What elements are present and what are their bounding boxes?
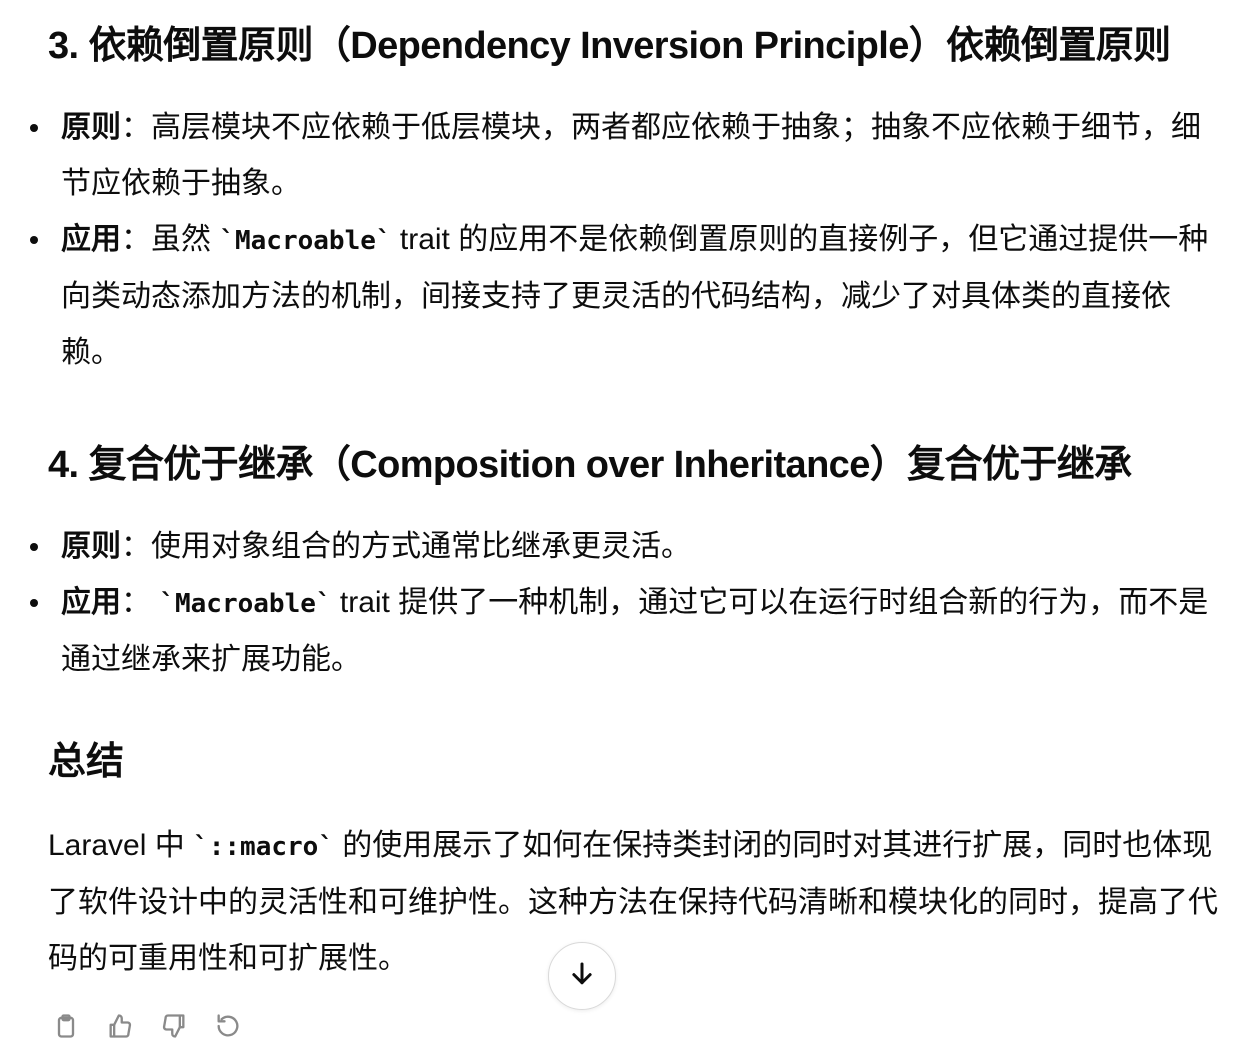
scroll-to-bottom-button[interactable]	[548, 942, 616, 1010]
section-heading: 4. 复合优于继承（Composition over Inheritance）复…	[48, 444, 1132, 486]
bullet-dot	[30, 236, 38, 244]
principle-text: ：高层模块不应依赖于低层模块，两者都应依赖于抽象；抽象不应依赖于细节，细节应依赖…	[61, 111, 1201, 200]
bullet-dot	[30, 599, 38, 607]
application-label: 应用	[61, 223, 121, 256]
inline-code: `::macro`	[193, 832, 334, 862]
inline-code: `Macroable`	[219, 226, 392, 256]
bullet-list: 原则：使用对象组合的方式通常比继承更灵活。 应用： `Macroable` tr…	[30, 519, 1228, 688]
thumbs-down-icon	[160, 1012, 188, 1045]
list-item: 应用：虽然 `Macroable` trait 的应用不是依赖倒置原则的直接例子…	[30, 212, 1228, 381]
bullet-dot	[30, 124, 38, 132]
assistant-message: 3. 依赖倒置原则（Dependency Inversion Principle…	[30, 18, 1228, 987]
principle-text: ：使用对象组合的方式通常比继承更灵活。	[121, 530, 691, 563]
list-item: 原则：使用对象组合的方式通常比继承更灵活。	[30, 519, 1228, 575]
message-actions	[50, 1012, 244, 1044]
section-heading: 3. 依赖倒置原则（Dependency Inversion Principle…	[48, 25, 1171, 67]
bullet-dot	[30, 543, 38, 551]
arrow-down-icon	[567, 959, 597, 994]
list-item: 原则：高层模块不应依赖于低层模块，两者都应依赖于抽象；抽象不应依赖于细节，细节应…	[30, 100, 1228, 212]
inline-code: `Macroable`	[159, 589, 332, 619]
application-label: 应用	[61, 586, 121, 619]
summary-heading: 总结	[48, 741, 125, 783]
list-item: 应用： `Macroable` trait 提供了一种机制，通过它可以在运行时组…	[30, 575, 1228, 688]
thumbs-up-icon	[106, 1012, 134, 1045]
regenerate-icon	[214, 1012, 242, 1045]
thumbs-down-button[interactable]	[158, 1012, 190, 1044]
application-prefix: ：	[121, 586, 160, 619]
thumbs-up-button[interactable]	[104, 1012, 136, 1044]
summary-prefix: Laravel 中	[48, 829, 194, 862]
principle-label: 原则	[61, 530, 121, 563]
copy-icon	[52, 1012, 80, 1045]
principle-label: 原则	[61, 111, 121, 144]
copy-button[interactable]	[50, 1012, 82, 1044]
summary-paragraph: Laravel 中 `::macro` 的使用展示了如何在保持类封闭的同时对其进…	[48, 818, 1228, 987]
bullet-list: 原则：高层模块不应依赖于低层模块，两者都应依赖于抽象；抽象不应依赖于细节，细节应…	[30, 100, 1228, 381]
regenerate-button[interactable]	[212, 1012, 244, 1044]
application-prefix: ：虽然	[121, 223, 220, 256]
